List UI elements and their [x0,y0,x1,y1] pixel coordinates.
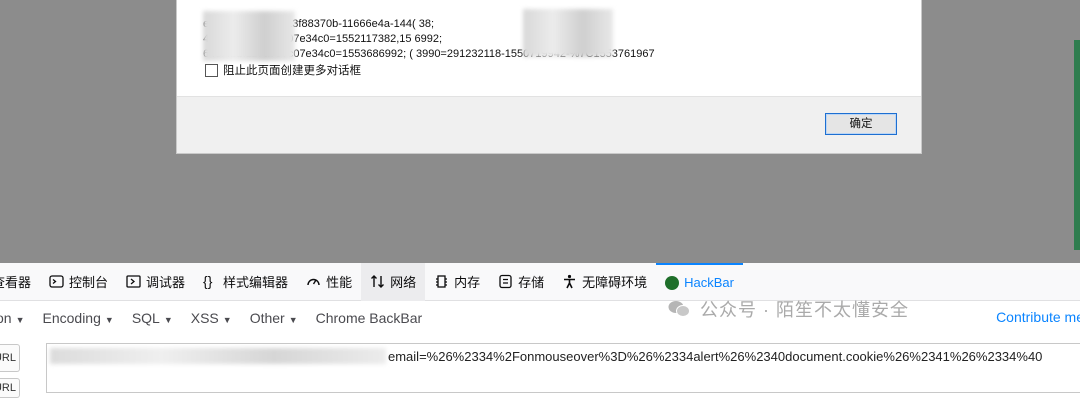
tab-label: 控制台 [69,275,109,290]
tab-network[interactable]: 网络 [361,262,426,301]
tab-label: 调试器 [146,275,186,290]
menu-label: Encoding [42,309,101,326]
tab-storage[interactable]: 存储 [489,263,553,301]
suppress-dialogs-label: 阻止此页面创建更多对话框 [223,65,361,77]
tab-label: HackBar [684,275,734,290]
tab-hackbar[interactable]: HackBar [656,262,743,301]
tab-label: 样式编辑器 [223,275,289,290]
menu-xss[interactable]: XSS ▼ [191,310,232,326]
chevron-down-icon: ▼ [104,314,114,325]
load-url-button[interactable]: URL [0,344,20,372]
redaction-blur [50,348,386,364]
tab-label: 存储 [518,275,545,290]
menu-chrome-backbar[interactable]: Chrome BackBar [316,310,423,326]
contribute-link[interactable]: Contribute me [996,309,1080,325]
memory-icon [434,274,449,289]
split-url-button[interactable]: URL [0,378,20,398]
chevron-down-icon: ▼ [222,314,232,325]
tab-style-editor[interactable]: {} 样式编辑器 [194,263,297,301]
alert-dialog: e5b0b5a0-0725813f88370b-11666e4a-144( 38… [176,0,922,154]
tab-console[interactable]: 控制台 [40,263,117,301]
suppress-dialogs-checkbox[interactable] [205,63,218,77]
style-editor-icon: {} [203,273,213,289]
page-edge [1074,40,1080,250]
tab-accessibility[interactable]: 无障碍环境 [553,263,656,301]
menu-sql[interactable]: SQL ▼ [132,310,173,326]
tab-label: 内存 [454,275,481,290]
tab-label: 性能 [326,275,353,290]
suppress-dialogs-row[interactable]: 阻止此页面创建更多对话框 [205,62,361,78]
performance-icon [306,274,321,289]
hackbar-icon [665,275,680,290]
network-icon [370,274,385,289]
menu-label: Other [249,309,285,326]
tab-performance[interactable]: 性能 [297,263,361,301]
redaction-blur [203,11,295,61]
menu-label: on [0,309,12,326]
menu-load[interactable]: on▼ [0,310,25,326]
storage-icon [498,274,513,289]
wechat-watermark: 公众号 · 陌笙不太懂安全 [668,296,909,322]
url-value: email=%26%2334%2Fonmouseover%3D%26%2334a… [388,349,1043,364]
tab-label: 网络 [390,275,417,290]
chevron-down-icon: ▼ [288,314,298,325]
chevron-down-icon: ▼ [15,314,25,325]
accessibility-icon [562,274,577,289]
ok-button[interactable]: 确定 [825,113,897,135]
menu-encoding[interactable]: Encoding ▼ [43,310,114,326]
tab-label: 无障碍环境 [582,275,648,290]
debugger-icon [126,274,141,289]
dialog-footer: 确定 [177,96,921,153]
console-icon [49,274,64,289]
chevron-down-icon: ▼ [163,314,173,325]
menu-label: SQL [131,309,160,326]
hackbar-menu: on▼ Encoding▼ SQL▼ XSS▼ Other▼ Chrome Ba… [0,301,1080,334]
devtools-tabbar: 查看器 控制台 调试器 {} 样式编辑器 性能 网络 内存 存储 无障碍环境 H… [0,262,1080,301]
wechat-icon [668,300,690,318]
menu-label: XSS [190,309,219,326]
menu-other[interactable]: Other ▼ [250,310,298,326]
tab-label: 查看器 [0,275,32,290]
watermark-text: 公众号 · 陌笙不太懂安全 [700,300,909,320]
tab-memory[interactable]: 内存 [425,263,489,301]
tab-debugger[interactable]: 调试器 [117,263,194,301]
redaction-blur [523,9,613,57]
tab-inspector[interactable]: 查看器 [0,263,40,301]
